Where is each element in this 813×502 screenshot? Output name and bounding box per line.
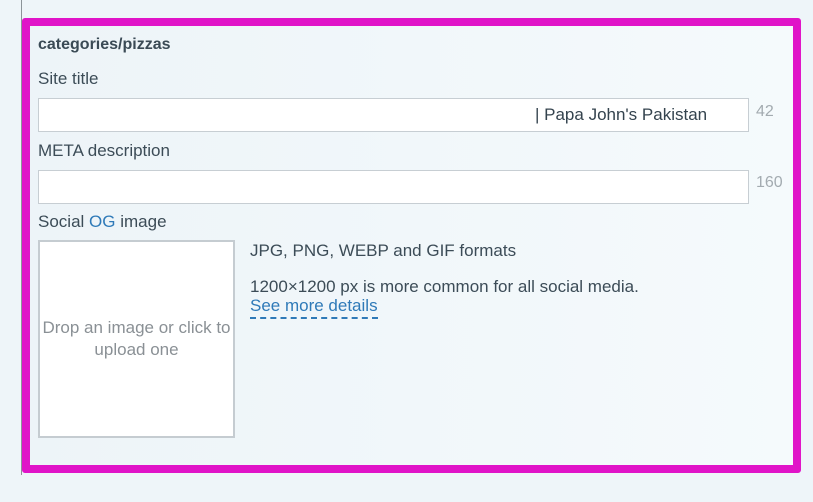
meta-description-char-counter: 160 xyxy=(756,174,783,191)
og-abbreviation: OG xyxy=(89,212,116,231)
see-more-details-link[interactable]: See more details xyxy=(250,296,378,319)
meta-description-label: META description xyxy=(38,141,170,160)
site-title-char-counter: 42 xyxy=(756,103,774,120)
dropzone-text: Drop an image or click to upload one xyxy=(42,318,231,359)
social-og-label-prefix: Social xyxy=(38,212,85,231)
og-image-dropzone[interactable]: Drop an image or click to upload one xyxy=(38,240,235,438)
image-formats-text: JPG, PNG, WEBP and GIF formats xyxy=(250,241,517,260)
site-title-suffix: | Papa John's Pakistan xyxy=(535,105,708,124)
seo-settings-panel: categories/pizzas Site title | Papa John… xyxy=(22,18,801,473)
site-title-label: Site title xyxy=(38,69,99,88)
meta-description-field[interactable] xyxy=(38,170,749,204)
social-og-label-suffix: image xyxy=(120,212,167,231)
image-size-hint: 1200×1200 px is more common for all soci… xyxy=(250,277,639,296)
site-title-field[interactable]: | Papa John's Pakistan xyxy=(38,98,749,132)
social-og-image-label: Social OG image xyxy=(38,212,167,232)
category-path-title: categories/pizzas xyxy=(38,36,171,53)
